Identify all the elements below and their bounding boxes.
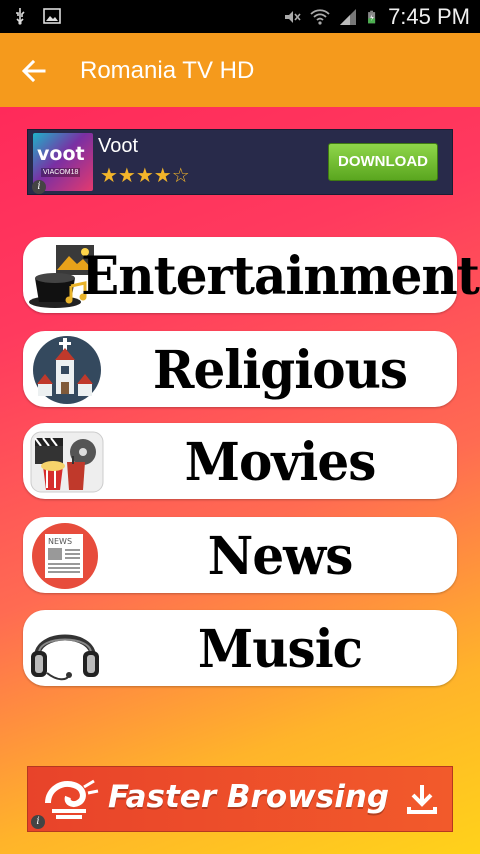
status-bar: 7:45 PM [0, 0, 480, 33]
ad-banner-faster-browsing[interactable]: Faster Browsing i [27, 766, 453, 832]
menu-item-movies[interactable]: Movies [23, 423, 457, 499]
ad-banner-voot[interactable]: voot VIACOM18 i Voot ★★★★☆ DOWNLOAD [27, 129, 453, 195]
uc-browser-logo-icon [45, 779, 99, 819]
ad-info-icon[interactable]: i [32, 180, 46, 194]
menu-item-label: News [207, 524, 354, 586]
app-title: Romania TV HD [80, 57, 255, 84]
menu-item-music[interactable]: Music [23, 610, 457, 686]
back-arrow-icon[interactable] [14, 51, 54, 91]
church-icon [33, 336, 101, 404]
app-bar: Romania TV HD [0, 33, 480, 107]
status-time: 7:45 PM [388, 4, 470, 29]
menu-item-religious[interactable]: Religious [23, 331, 457, 407]
movies-icon [30, 431, 104, 493]
svg-text:NEWS: NEWS [48, 537, 72, 546]
battery-charging-icon [368, 10, 376, 24]
download-button[interactable]: DOWNLOAD [328, 143, 438, 181]
voot-logo-text: voot [37, 143, 85, 165]
download-arrow-icon[interactable] [404, 781, 440, 817]
menu-item-label: Entertainment [81, 244, 480, 306]
newspaper-icon: NEWS [32, 523, 98, 589]
image-icon [43, 8, 61, 24]
menu-item-label: Religious [152, 338, 408, 400]
rating-stars: ★★★★☆ [100, 165, 190, 187]
headphones-icon [31, 634, 99, 681]
usb-icon [16, 8, 25, 25]
main-content: voot VIACOM18 i Voot ★★★★☆ DOWNLOAD Ente… [0, 107, 480, 854]
ad-info-icon[interactable]: i [31, 815, 45, 829]
wifi-icon [310, 9, 330, 25]
signal-icon [340, 9, 357, 25]
menu-item-entertainment[interactable]: Entertainment [23, 237, 480, 313]
ad-bottom-text: Faster Browsing [108, 779, 390, 815]
mute-icon [285, 11, 301, 23]
menu-item-news[interactable]: NEWS News [23, 517, 457, 593]
ad-app-name: Voot [98, 135, 139, 157]
voot-logo-subtext: VIACOM18 [41, 168, 81, 177]
menu-item-label: Movies [184, 430, 377, 492]
menu-item-label: Music [197, 617, 363, 679]
